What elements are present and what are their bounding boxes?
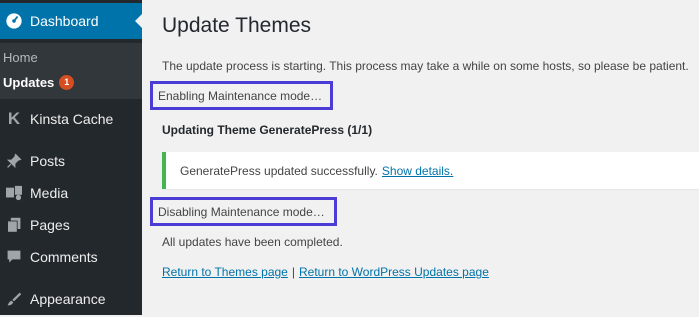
pages-icon (2, 217, 26, 233)
sidebar-subitem-label: Home (3, 49, 38, 65)
sidebar-item-media[interactable]: Media (0, 175, 142, 211)
sidebar-item-label: Comments (30, 249, 98, 265)
disabling-maintenance-message: Disabling Maintenance mode… (150, 197, 337, 226)
page-title: Update Themes (162, 14, 312, 37)
success-notice: GeneratePress updated successfully. Show… (162, 152, 699, 189)
enabling-maintenance-text: Enabling Maintenance mode… (158, 88, 323, 103)
main-content: Update Themes The update process is star… (142, 0, 699, 315)
paintbrush-icon (2, 291, 26, 307)
notice-text: GeneratePress updated successfully. (180, 163, 378, 178)
pushpin-icon (2, 153, 26, 169)
theme-update-heading: Updating Theme GeneratePress (1/1) (162, 123, 373, 137)
update-count-badge: 1 (59, 74, 75, 90)
sidebar-item-appearance[interactable]: Appearance (0, 281, 142, 317)
sidebar-item-label: Kinsta Cache (30, 111, 114, 127)
return-to-updates-link[interactable]: Return to WordPress Updates page (299, 265, 489, 279)
admin-sidebar: Dashboard Home Updates 1 K Kinsta Cache … (0, 0, 143, 317)
media-icon (2, 185, 26, 201)
sidebar-item-comments[interactable]: Comments (0, 239, 142, 275)
sidebar-item-label: Pages (30, 217, 70, 233)
dashboard-submenu: Home Updates 1 (0, 43, 142, 99)
sidebar-subitem-updates[interactable]: Updates 1 (0, 71, 75, 93)
link-separator: | (291, 265, 295, 279)
sidebar-item-label: Dashboard (30, 13, 99, 29)
completion-text: All updates have been completed. (162, 235, 343, 249)
sidebar-item-label: Appearance (30, 291, 106, 307)
sidebar-item-pages[interactable]: Pages (0, 207, 142, 243)
dashboard-icon (2, 12, 26, 30)
sidebar-item-posts[interactable]: Posts (0, 143, 142, 179)
sidebar-item-label: Posts (30, 153, 66, 169)
sidebar-item-label: Media (30, 185, 69, 201)
sidebar-item-dashboard[interactable]: Dashboard (0, 3, 143, 39)
intro-text: The update process is starting. This pro… (162, 59, 689, 73)
sidebar-item-kinsta-cache[interactable]: K Kinsta Cache (0, 101, 142, 137)
comment-icon (2, 249, 26, 265)
sidebar-subitem-home[interactable]: Home (0, 46, 38, 68)
enabling-maintenance-message: Enabling Maintenance mode… (150, 81, 333, 110)
return-links: Return to Themes page | Return to WordPres… (162, 265, 489, 279)
return-to-themes-link[interactable]: Return to Themes page (162, 265, 288, 279)
show-details-link[interactable]: Show details. (382, 164, 453, 178)
kinsta-icon: K (7, 109, 21, 128)
disabling-maintenance-text: Disabling Maintenance mode… (158, 204, 325, 219)
sidebar-subitem-label: Updates (3, 74, 55, 90)
